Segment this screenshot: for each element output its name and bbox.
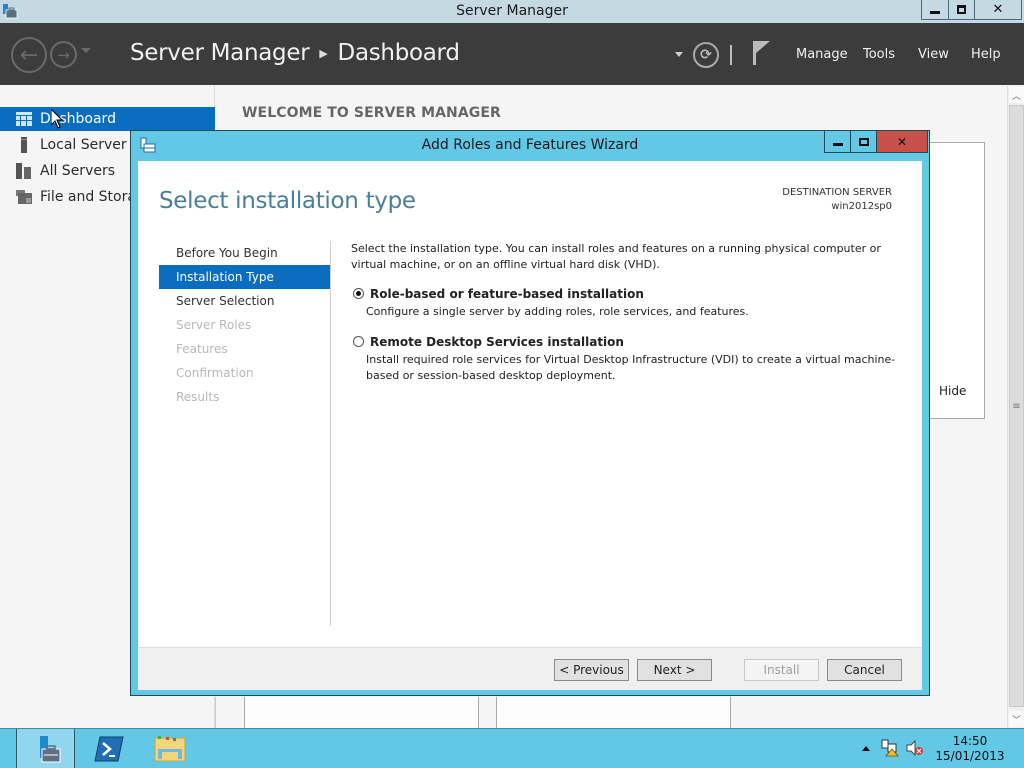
taskbar-file-explorer[interactable] [148,729,192,768]
install-button: Install [744,659,819,681]
menu-view[interactable]: View [918,47,949,62]
step-before-you-begin[interactable]: Before You Begin [159,241,330,265]
step-features: Features [176,342,228,356]
close-icon: ✕ [896,134,908,149]
scroll-up-button[interactable]: ︿ [1009,87,1024,103]
window-title: Server Manager [456,3,568,19]
sidebar-item-label: All Servers [40,163,116,179]
taskbar: 14:50 15/01/2013 [0,728,1024,768]
option-description: Configure a single server by adding role… [366,305,749,318]
scroll-down-button[interactable]: ﹀ [1009,711,1024,727]
breadcrumb-root[interactable]: Server Manager [130,40,310,66]
header-bar: ← → Server Manager ▶ Dashboard ⟳ Manage … [0,23,1024,85]
step-confirmation: Confirmation [176,366,254,380]
window-titlebar: Server Manager ✕ [0,0,1024,23]
wizard-maximize-button[interactable] [850,131,877,153]
close-button[interactable]: ✕ [974,0,1022,20]
cancel-button[interactable]: Cancel [827,659,902,681]
history-dropdown-icon[interactable] [81,48,91,53]
dashboard-grid-icon [16,111,32,127]
taskbar-server-manager[interactable] [16,729,75,768]
chevron-up-icon: ︿ [1011,91,1021,102]
next-button[interactable]: Next > [637,659,712,681]
destination-server-label: DESTINATION SERVER [782,187,892,198]
forward-arrow-icon: → [57,45,70,64]
server-manager-icon [39,735,60,762]
minimize-icon [832,143,843,146]
back-button[interactable]: ← [11,37,47,73]
volume-muted-icon[interactable] [906,740,924,756]
step-installation-type[interactable]: Installation Type [159,265,330,289]
minimize-button[interactable] [921,0,949,20]
notifications-flag-icon[interactable] [753,41,771,65]
breadcrumb-separator-icon: ▶ [319,46,328,60]
menu-tools[interactable]: Tools [863,47,895,62]
welcome-tile-panel [928,142,985,419]
refresh-button[interactable]: ⟳ [693,42,719,68]
wizard-page-heading: Select installation type [159,188,416,214]
option-role-based[interactable]: Role-based or feature-based installation… [351,285,911,320]
taskbar-powershell[interactable] [87,729,131,768]
maximize-icon [858,137,869,146]
clock-date: 15/01/2013 [935,749,1005,763]
previous-button[interactable]: < Previous [554,659,629,681]
restore-icon [957,5,966,14]
add-roles-wizard-dialog: Add Roles and Features Wizard ✕ Select i… [130,130,930,696]
remote-desktop-radio[interactable] [353,336,364,347]
mouse-cursor-icon [51,109,63,129]
dashboard-tile [496,697,731,728]
show-hidden-icons-button[interactable] [862,746,870,751]
wizard-title: Add Roles and Features Wizard [421,137,639,153]
wizard-minimize-button[interactable] [824,131,851,153]
scroll-thumb[interactable]: ≡ [1009,105,1024,707]
header-divider [730,45,732,65]
back-arrow-icon: ← [19,42,39,68]
content-divider [215,697,216,728]
step-server-selection[interactable]: Server Selection [159,289,330,313]
menu-manage[interactable]: Manage [796,47,848,62]
restore-button[interactable] [948,0,975,20]
option-description: Install required role services for Virtu… [366,353,896,382]
file-storage-icon [16,189,32,205]
wizard-body: Select installation type DESTINATION SER… [138,161,922,690]
sidebar-item-dashboard[interactable]: Dashboard [0,107,215,131]
wizard-close-button[interactable]: ✕ [876,131,928,153]
chevron-down-icon: ﹀ [1011,715,1021,726]
refresh-icon: ⟳ [700,47,712,63]
destination-server-value: win2012sp0 [831,201,892,212]
system-clock[interactable]: 14:50 15/01/2013 [935,734,1005,764]
breadcrumb-current: Dashboard [337,40,460,66]
wizard-content: Select the installation type. You can in… [351,241,911,384]
vertical-scrollbar[interactable]: ︿ ≡ ﹀ [1007,86,1024,728]
option-remote-desktop[interactable]: Remote Desktop Services installation Ins… [351,333,911,384]
dashboard-tile [244,697,479,728]
option-title[interactable]: Role-based or feature-based installation [351,285,911,303]
steps-divider [330,241,331,626]
option-title[interactable]: Remote Desktop Services installation [351,333,911,351]
wizard-footer: < Previous Next > Install Cancel [138,647,922,690]
close-icon: ✕ [992,2,1004,17]
step-server-roles: Server Roles [176,318,252,332]
forward-button[interactable]: → [50,41,77,68]
header-dropdown-icon[interactable] [675,52,683,57]
servers-icon [16,163,32,179]
step-results: Results [176,390,220,404]
role-based-radio[interactable] [353,288,364,299]
network-warning-icon[interactable] [881,739,899,757]
powershell-icon [94,736,124,761]
intro-text: Select the installation type. You can in… [351,242,881,271]
breadcrumb: Server Manager ▶ Dashboard [130,40,460,66]
hide-link[interactable]: Hide [939,384,966,398]
minimize-icon [930,11,940,14]
welcome-heading: WELCOME TO SERVER MANAGER [242,105,501,121]
wizard-steps-nav: Before You Begin Installation Type Serve… [159,241,330,409]
file-explorer-icon [154,735,186,761]
server-icon [16,137,32,153]
menu-help[interactable]: Help [971,47,1001,62]
clock-time: 14:50 [952,734,988,748]
sidebar-item-label: Local Server [40,137,127,153]
grip-icon: ≡ [1012,400,1021,412]
